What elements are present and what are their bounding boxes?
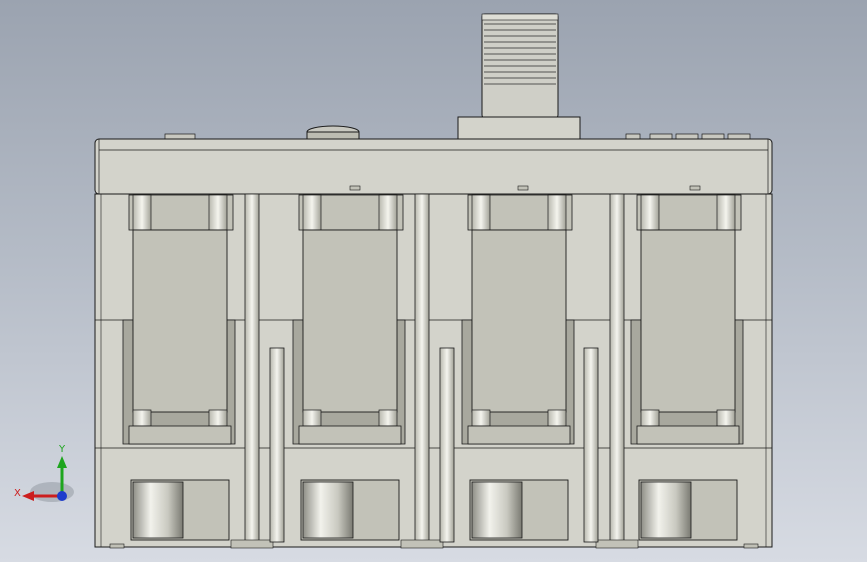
pole-terminal-rib: [302, 194, 322, 231]
pole-lower-ledge: [636, 425, 740, 445]
pole-lower-rib: [640, 409, 660, 427]
pole-1: [122, 194, 236, 541]
pole-contact-plate: [640, 229, 736, 413]
pole-terminal-rib: [378, 194, 398, 231]
x-axis-arrow: [22, 491, 34, 501]
inner-guide-rod-2: [439, 347, 455, 543]
pole-terminal-rib: [547, 194, 567, 231]
inner-guide-rod-1: [269, 347, 285, 543]
top-connector-mark-1: [349, 185, 361, 191]
coordinate-triad: X Y: [14, 444, 74, 502]
pole-lower-rib: [716, 409, 736, 427]
triad-plane: [30, 482, 74, 502]
pole-terminal-screw: [640, 481, 692, 539]
pole-lower-rib: [302, 409, 322, 427]
pole-contact-plate: [471, 229, 567, 413]
top-cover[interactable]: [94, 138, 773, 195]
operating-handle[interactable]: [457, 13, 581, 140]
pole-2: [292, 194, 406, 541]
pole-lower-ledge: [298, 425, 402, 445]
separator-rod: [414, 193, 430, 543]
pole-terminal-rib: [208, 194, 228, 231]
top-connector-mark-3: [689, 185, 701, 191]
separator-rod: [244, 193, 260, 543]
top-connector-mark-2: [517, 185, 529, 191]
pole-lower-rib: [547, 409, 567, 427]
pole-lower-rib: [378, 409, 398, 427]
z-axis-dot: [57, 491, 67, 501]
separator-rod-foot: [595, 539, 639, 549]
pole-terminal-screw: [302, 481, 354, 539]
pole-contact-plate: [132, 229, 228, 413]
pole-terminal-rib: [716, 194, 736, 231]
pole-terminal-screw: [471, 481, 523, 539]
pole-terminal-rib: [132, 194, 152, 231]
pole-lower-ledge: [467, 425, 571, 445]
y-axis-label: Y: [58, 444, 66, 455]
pole-terminal-rib: [640, 194, 660, 231]
y-axis-arrow: [57, 456, 67, 468]
pole-terminal-screw: [132, 481, 184, 539]
breaker-model-front-view[interactable]: [0, 0, 867, 562]
graphics-viewport[interactable]: X Y: [0, 0, 867, 562]
pole-terminal-rib: [471, 194, 491, 231]
pole-4: [630, 194, 744, 541]
pole-3: [461, 194, 575, 541]
x-axis-label: X: [14, 488, 21, 499]
pole-lower-ledge: [128, 425, 232, 445]
pole-contact-plate: [302, 229, 398, 413]
separator-rod-foot: [230, 539, 274, 549]
separator-rod-foot: [400, 539, 444, 549]
pole-lower-rib: [471, 409, 491, 427]
inner-guide-rod-3: [583, 347, 599, 543]
separator-rod: [609, 193, 625, 543]
pole-lower-rib: [132, 409, 152, 427]
pole-lower-rib: [208, 409, 228, 427]
